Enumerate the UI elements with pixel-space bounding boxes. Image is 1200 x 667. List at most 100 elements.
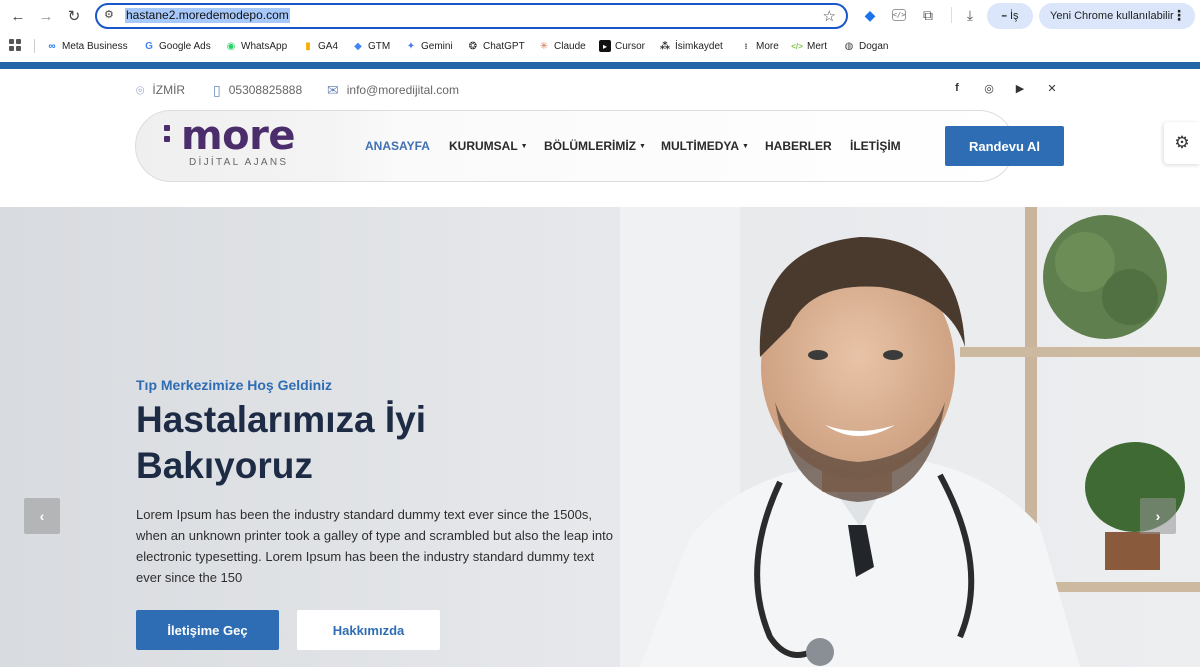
bookmark-label: Mert [807, 40, 827, 52]
nav-label: HABERLER [765, 139, 832, 153]
email-text[interactable]: info@moredijital.com [347, 83, 459, 97]
bookmark-gemini[interactable]: ✦ Gemini [405, 38, 453, 54]
about-us-button[interactable]: Hakkımızda [297, 610, 440, 650]
contact-phone[interactable]: ▯ 05308825888 [213, 80, 302, 100]
bookmark-label: GTM [368, 40, 391, 52]
url-text[interactable]: hastane2.moredemodepo.com [125, 8, 290, 23]
caret-down-icon: ▼ [639, 143, 646, 150]
bookmark-gtm[interactable]: ◆ GTM [352, 38, 390, 54]
whatsapp-icon: ◉ [226, 40, 236, 52]
bookmark-label: WhatsApp [241, 40, 288, 52]
nav-label: KURUMSAL [449, 139, 518, 153]
bookmark-label: ChatGPT [483, 40, 525, 52]
meta-icon: ∞ [48, 40, 56, 52]
contact-email[interactable]: ✉ info@moredijital.com [327, 80, 459, 100]
bookmark-isimkaydet[interactable]: ⁂ İsimkaydet [659, 38, 723, 54]
contact-us-button[interactable]: İletişime Geç [136, 610, 279, 650]
update-label: Yeni Chrome kullanılabilir [1050, 10, 1174, 22]
more-folder-icon: ⁝ [744, 41, 748, 51]
appointment-button[interactable]: Randevu Al [945, 126, 1064, 166]
bookmark-google-ads[interactable]: G Google Ads [143, 38, 211, 54]
gemini-icon: ✦ [406, 40, 416, 52]
profile-button[interactable]: ▪▪▪ İş [987, 3, 1033, 29]
chrome-update-button[interactable]: Yeni Chrome kullanılabilir ⋮ [1039, 3, 1195, 29]
bookmark-label: Google Ads [159, 40, 211, 52]
nav-iletisim[interactable]: İLETİŞİM [850, 139, 901, 153]
bookmark-mert[interactable]: </> Mert [791, 38, 827, 54]
code-icon: </> [791, 41, 803, 51]
chatgpt-icon: ❂ [468, 40, 478, 52]
bookmark-ga4[interactable]: ▮ GA4 [302, 38, 338, 54]
hero-description: Lorem Ipsum has been the industry standa… [136, 507, 613, 585]
back-icon[interactable]: ← [6, 5, 30, 27]
logo-wordmark: more [181, 113, 296, 159]
bookmark-label: Meta Business [62, 40, 128, 52]
bookmark-cursor[interactable]: ▸ Cursor [599, 38, 645, 54]
bookmark-label: GA4 [318, 40, 339, 52]
instagram-icon[interactable]: ◎ [982, 82, 996, 95]
devtools-extension-icon[interactable]: </> [892, 9, 906, 21]
bookmark-meta-business[interactable]: ∞ Meta Business [46, 38, 128, 54]
site-top-strip [0, 62, 1200, 69]
city-text: İZMİR [152, 83, 186, 97]
settings-gear-icon[interactable]: ⚙ [1164, 122, 1200, 164]
youtube-icon[interactable]: ▶ [1013, 82, 1027, 95]
bookmark-star-icon[interactable]: ☆ [823, 7, 836, 25]
tag-manager-icon: ◆ [354, 40, 362, 52]
slider-prev-icon[interactable]: ‹ [24, 498, 60, 534]
bookmarks-divider [34, 39, 35, 53]
forward-icon[interactable]: → [34, 5, 58, 27]
slider-next-icon[interactable]: › [1140, 498, 1176, 534]
bookmark-whatsapp[interactable]: ◉ WhatsApp [225, 38, 288, 54]
facebook-icon[interactable]: f [950, 82, 964, 94]
browser-toolbar: ← → ↻ ⚙ hastane2.moredemodepo.com ☆ ◆ </… [0, 0, 1200, 33]
location-pin-icon: ⌾ [136, 81, 145, 98]
bookmark-chatgpt[interactable]: ❂ ChatGPT [467, 38, 525, 54]
bookmark-label: Claude [554, 40, 586, 52]
nav-multimedya[interactable]: MULTİMEDYA ▼ [661, 139, 749, 153]
reload-icon[interactable]: ↻ [62, 5, 86, 27]
toolbar-divider [951, 7, 952, 23]
bookmark-label: More [756, 40, 779, 52]
bookmark-label: Gemini [421, 40, 453, 52]
nav-label: İLETİŞİM [850, 139, 901, 153]
bookmark-label: İsimkaydet [675, 40, 723, 52]
caret-down-icon: ▼ [742, 143, 749, 150]
isimkaydet-icon: ⁂ [659, 40, 671, 52]
bookmark-dogan[interactable]: ◍ Dogan [843, 38, 889, 54]
claude-icon: ✳ [539, 40, 549, 52]
hero-eyebrow: Tıp Merkezimize Hoş Geldiniz [136, 377, 333, 393]
site-logo[interactable]: more DİJİTAL AJANS [163, 113, 313, 174]
analytics-icon: ▮ [305, 40, 311, 52]
phone-text[interactable]: 05308825888 [229, 83, 302, 97]
phone-icon: ▯ [213, 81, 221, 98]
bookmark-label: Cursor [615, 40, 646, 52]
contact-city: ⌾ İZMİR [136, 80, 185, 100]
logo-tagline: DİJİTAL AJANS [189, 157, 289, 168]
address-bar[interactable]: ⚙ hastane2.moredemodepo.com ☆ [95, 3, 848, 29]
tag-extension-icon[interactable]: ◆ [862, 7, 878, 23]
extensions-puzzle-icon[interactable]: ⧉ [920, 7, 936, 23]
twitter-icon[interactable]: ✕ [1045, 82, 1059, 95]
bookmark-claude[interactable]: ✳ Claude [538, 38, 586, 54]
nav-label: ANASAYFA [365, 139, 430, 153]
caret-down-icon: ▼ [520, 143, 528, 150]
apps-grid-icon[interactable] [9, 39, 21, 51]
google-icon: G [145, 40, 153, 52]
hero-title: Hastalarımıza İyi Bakıyoruz [136, 399, 426, 486]
download-icon[interactable]: ⤓ [962, 7, 978, 23]
nav-anasayfa[interactable]: ANASAYFA [365, 139, 430, 153]
nav-haberler[interactable]: HABERLER [765, 139, 832, 153]
kebab-menu-icon[interactable]: ⋮ [1172, 7, 1186, 24]
nav-bolumlerimiz[interactable]: BÖLÜMLERİMİZ ▼ [544, 139, 646, 153]
site-settings-icon[interactable]: ⚙ [104, 8, 114, 21]
nav-kurumsal[interactable]: KURUMSAL ▼ [449, 139, 528, 153]
hero-slider: Tıp Merkezimize Hoş Geldiniz Hastalarımı… [0, 207, 1200, 667]
bookmark-label: Dogan [859, 40, 889, 52]
bookmark-folder-more[interactable]: ⁝ More [740, 38, 779, 54]
profile-avatar-icon: ▪▪▪ [1001, 12, 1007, 20]
nav-label: MULTİMEDYA [661, 139, 739, 153]
cursor-icon: ▸ [599, 40, 611, 52]
mail-icon: ✉ [327, 81, 339, 98]
profile-label: İş [1009, 10, 1019, 22]
